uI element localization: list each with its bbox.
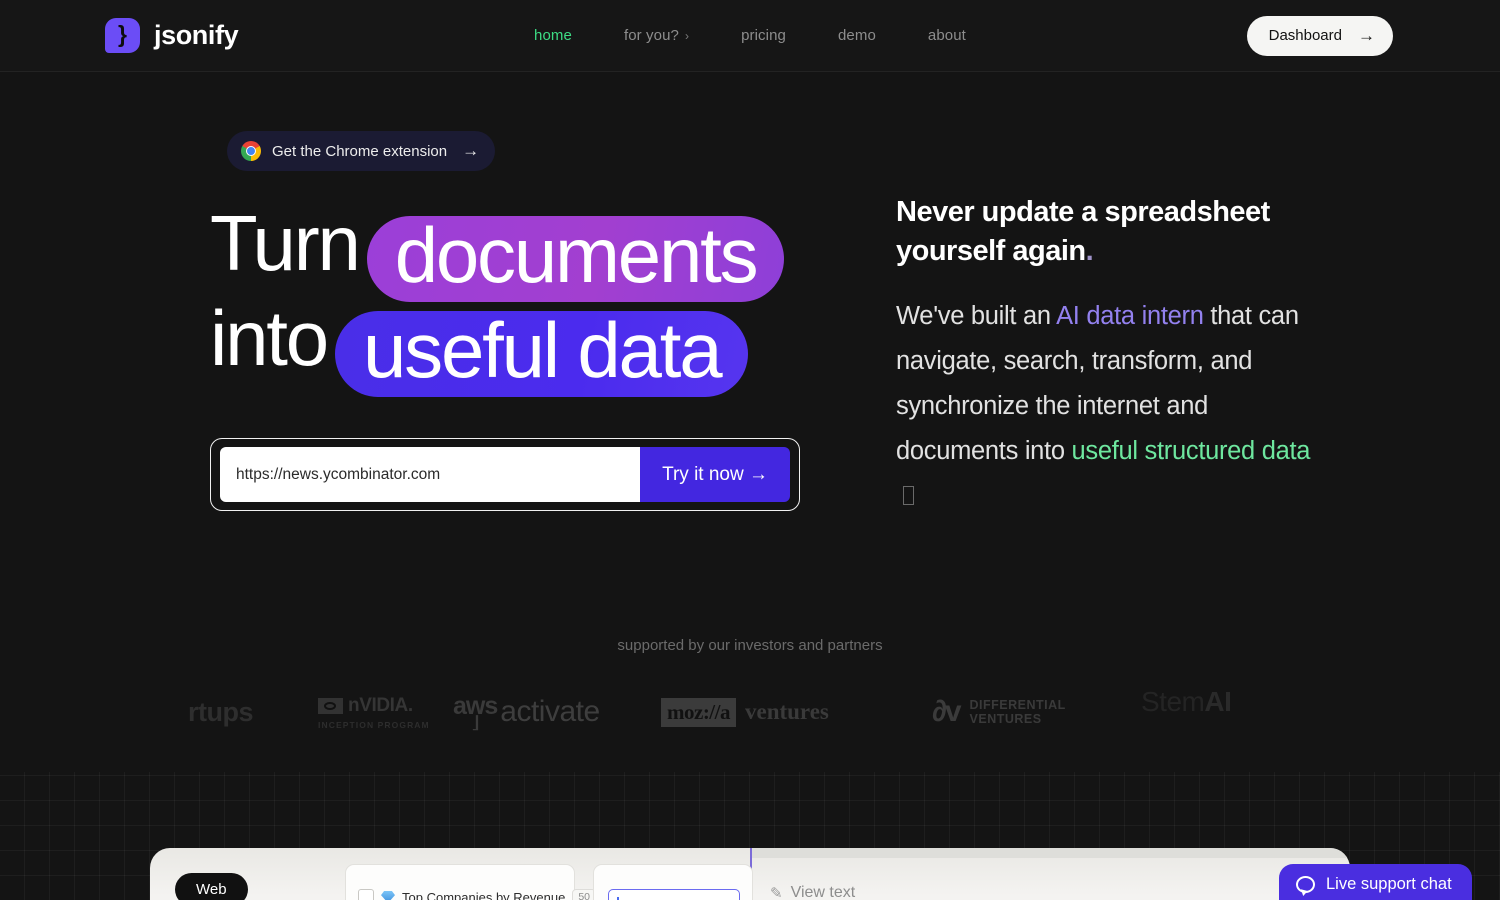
preview-web-tab[interactable]: Web [175, 873, 248, 900]
nav-link-pricing[interactable]: pricing [715, 27, 812, 44]
right-heading-text: Never update a spreadsheet yourself agai… [896, 196, 1270, 268]
headline-word-turn: Turn [210, 199, 361, 287]
preview-right-topbar [750, 848, 1350, 858]
nvidia-name: nVIDIA. [348, 694, 413, 716]
aws-mark: aws ⌋ [453, 694, 498, 732]
nav-link-for-you-label: for you? [623, 27, 679, 44]
dashboard-button-label: Dashboard [1268, 27, 1342, 44]
nav-link-for-you[interactable]: for you? › [598, 27, 715, 44]
page-root: } jsonify home for you? › pricing demo a… [0, 0, 1500, 900]
arrow-right-icon: → [462, 141, 480, 160]
preview-card-top-companies[interactable]: Top Companies by Revenue 50 [345, 864, 597, 900]
preview-view-text-label: View text [790, 884, 856, 900]
url-form: Try it now → [210, 438, 800, 511]
app-preview-panel: Web Top Companies by Revenue 50 ✎ View t… [150, 848, 1350, 900]
right-heading-period: . [1085, 235, 1094, 268]
body-text-part-1: We've built an [896, 301, 1057, 330]
gem-icon [381, 891, 395, 900]
headline-pill-useful-data: useful data [334, 311, 749, 397]
headline-line-2: into useful data [210, 291, 910, 397]
nav-link-home-label: home [534, 27, 572, 44]
try-it-now-button[interactable]: Try it now → [640, 447, 790, 502]
nav-link-about-label: about [927, 27, 966, 44]
partner-logo-mozilla-ventures: moz://a ventures [661, 686, 829, 738]
preview-card-row: Top Companies by Revenue 50 [346, 865, 597, 900]
partners-label: supported by our investors and partners [617, 637, 883, 654]
url-input[interactable] [220, 447, 641, 502]
partner-logo-nvidia-inception: nVIDIA. INCEPTION PROGRAM [318, 686, 430, 738]
dv-line-2: VENTURES [969, 712, 1042, 726]
headline-pill-documents: documents [366, 215, 785, 302]
differential-ventures-icon: ∂v [932, 695, 961, 728]
dv-line-1: DIFFERENTIAL [969, 697, 1066, 712]
differential-ventures-text: DIFFERENTIAL VENTURES [970, 698, 1066, 727]
nav-link-demo-label: demo [837, 27, 876, 44]
nav-link-pricing-label: pricing [741, 27, 786, 44]
partner-logo-stemai: Stem AI [1141, 686, 1232, 738]
body-highlight-ai-data-intern: AI data intern [1056, 301, 1204, 330]
live-support-chat-label: Live support chat [1326, 875, 1452, 893]
aws-smile-icon: ⌋ [470, 712, 481, 732]
pencil-icon: ✎ [770, 885, 783, 900]
aws-activate-word: activate [500, 695, 600, 728]
mozilla-ventures-word: ventures [744, 699, 829, 724]
dashboard-button[interactable]: Dashboard → [1246, 15, 1393, 56]
mozilla-wordmark: moz://a [661, 697, 736, 727]
chevron-right-icon: › [684, 28, 690, 43]
nvidia-subtitle: INCEPTION PROGRAM [318, 719, 430, 730]
stemai-stem: Stem [1141, 686, 1205, 717]
right-body-paragraph: We've built an AI data intern that can n… [896, 294, 1316, 518]
headline-word-into: into [210, 294, 329, 383]
top-navigation-bar: } jsonify home for you? › pricing demo a… [0, 0, 1500, 72]
nvidia-eye-icon [318, 697, 343, 714]
partner-logo-differential-ventures: ∂v DIFFERENTIAL VENTURES [932, 686, 1066, 738]
live-support-chat-widget[interactable]: Live support chat [1279, 864, 1472, 900]
partner-logo-aws-activate: aws ⌋ activate [453, 686, 600, 738]
body-highlight-useful-structured-data: useful structured data [1071, 436, 1311, 465]
nav-link-home[interactable]: home [508, 27, 598, 44]
chrome-icon [241, 141, 261, 161]
checkbox-icon[interactable] [358, 889, 374, 900]
right-heading: Never update a spreadsheet yourself agai… [896, 193, 1316, 272]
chat-bubble-icon [1296, 876, 1315, 893]
preview-text-input[interactable] [608, 889, 740, 900]
headline-line-1: Turn documents [210, 196, 910, 302]
hero-headline: Turn documents into useful data [210, 196, 910, 397]
nvidia-wordmark: nVIDIA. [318, 695, 413, 717]
chrome-extension-button[interactable]: Get the Chrome extension → [227, 131, 496, 171]
chrome-extension-label: Get the Chrome extension [272, 142, 448, 160]
hero-right-column: Never update a spreadsheet yourself agai… [896, 193, 1316, 518]
arrow-right-icon: → [1358, 26, 1375, 45]
stemai-ai: AI [1204, 686, 1232, 717]
nav-link-demo[interactable]: demo [812, 27, 902, 44]
preview-view-text-action[interactable]: ✎ View text [770, 884, 855, 900]
partners-logo-row: rtups nVIDIA. INCEPTION PROGRAM aws ⌋ ac… [0, 686, 1500, 738]
missing-glyph-icon [903, 486, 914, 506]
nav-link-about[interactable]: about [902, 27, 992, 44]
preview-card-input[interactable] [593, 864, 753, 900]
preview-card-label: Top Companies by Revenue [402, 889, 566, 900]
partner-logo-rtups: rtups [188, 696, 254, 727]
